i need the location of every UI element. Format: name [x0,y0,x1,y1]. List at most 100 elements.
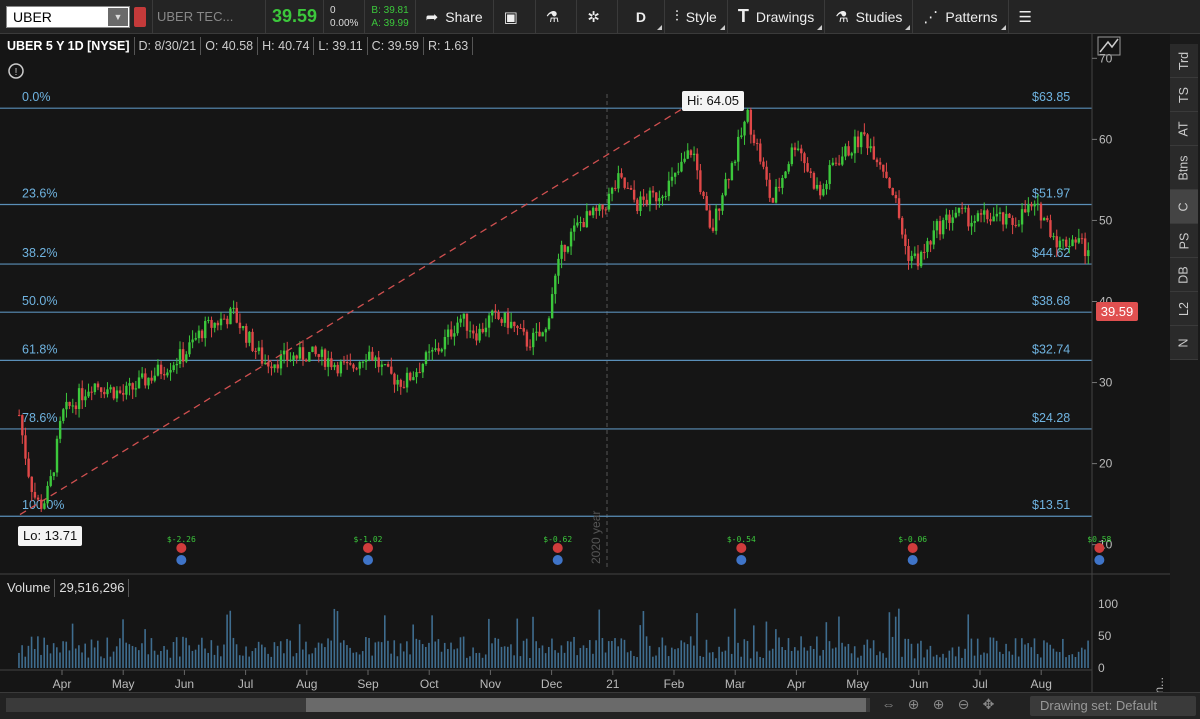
volume-bar [320,643,323,668]
volume-bar [904,638,906,668]
side-tab-at[interactable]: AT [1170,112,1198,146]
candle-body [339,361,343,374]
volume-bar [84,643,86,668]
candle-body [800,148,803,154]
volume-bar [298,624,301,668]
candle-body [427,351,431,353]
studies-label: Studies [855,8,903,25]
volume-bar [169,657,172,668]
volume-bar [680,640,683,668]
period-button[interactable]: D [618,0,664,34]
volume-bar [708,652,711,668]
volume-bar [642,611,645,668]
side-tab-btns[interactable]: Btns [1170,146,1198,190]
volume-bar [954,656,957,668]
earnings-red-icon [1094,543,1105,553]
candle-body [664,196,667,198]
horizontal-scrollbar[interactable] [6,698,870,712]
side-tab-n[interactable]: N [1170,326,1198,360]
candle-body [1033,203,1036,207]
volume-bar [882,653,884,668]
time-tick-label: May [112,677,135,691]
candle-body [853,136,857,154]
side-tab-db[interactable]: DB [1170,258,1198,292]
volume-bar [809,645,812,668]
snapshot-button[interactable]: ▣ [494,0,535,34]
candle-body [257,347,261,352]
link-icon[interactable] [134,6,146,27]
time-tick-label: Apr [53,677,72,691]
candle-body [52,472,56,477]
candle-body [743,121,746,136]
price-chart[interactable]: 0.0% $63.8523.6% $51.9738.2% $44.6250.0% $38… [0,34,1170,692]
volume-bar [822,649,824,668]
zoom-out-icon[interactable]: ⊖ [951,696,976,713]
candle-body [661,196,664,199]
volume-bar [431,615,433,668]
candle-body [639,196,642,212]
candle-body [585,211,589,228]
volume-bar [484,654,487,668]
zoom-in-icon[interactable]: ⊕ [926,696,951,713]
studies-button[interactable]: ⚗ Studies [825,0,912,34]
style-button[interactable]: ⫶ Style [665,0,727,34]
candle-body [516,326,519,328]
menu-button[interactable]: ☰ [1009,0,1049,34]
candle-body [1020,209,1024,225]
pan-icon[interactable]: ✥ [976,696,1001,713]
candle-body [156,364,160,376]
drawing-set-select[interactable]: Drawing set: Default [1030,696,1196,716]
expand-icon[interactable]: ⇔ [876,696,901,713]
candle-body [819,184,822,196]
candle-body [292,355,295,360]
volume-bar [355,652,358,668]
candle-body [617,173,620,189]
flask-button[interactable]: ⚗ [536,0,576,34]
settings-button[interactable]: ✲ [577,0,617,34]
candle-body [623,177,626,188]
volume-bar [210,640,213,668]
candle-body [409,372,412,381]
share-button[interactable]: ➦ Share [416,0,493,34]
scrollbar-thumb[interactable] [306,698,866,712]
volume-bar [106,637,109,668]
time-tick-label: Jul [972,677,987,691]
candle-body [749,109,753,135]
chevron-down-icon[interactable]: ▼ [108,7,128,26]
patterns-button[interactable]: ⋰ Patterns [913,0,1007,34]
candle-body [84,396,87,401]
volume-bar [1049,644,1052,668]
earnings-value: $-2.26 [167,535,196,544]
candle-body [368,351,371,360]
candle-body [573,225,576,232]
candle-body [834,162,838,164]
fib-level-price: $32.74 [1032,342,1070,356]
candle-body [885,171,888,179]
volume-bar [793,647,796,668]
volume-tick-label: 100 [1098,597,1118,611]
crosshair-icon[interactable]: ⊕ [901,696,926,713]
side-tab-trd[interactable]: Trd [1170,44,1198,78]
volume-bar [147,654,150,668]
candle-body [475,333,478,341]
volume-bar [847,643,850,668]
volume-bar [806,650,809,668]
volume-bar [598,609,601,668]
candle-body [642,196,645,200]
drawings-button[interactable]: T Drawings [728,0,824,34]
volume-bar [932,656,935,668]
symbol-input[interactable]: UBER ▼ [6,5,130,28]
side-tabs: Trd TS AT Btns C PS DB L2 N [1170,44,1198,360]
candle-body [803,153,806,164]
volume-bar [1087,640,1089,668]
fib-level-percent: 78.6% [22,411,57,425]
side-tab-c[interactable]: C [1170,190,1198,224]
price-tick-label: 30 [1099,376,1113,390]
volume-bar [1024,644,1026,668]
side-tab-l2[interactable]: L2 [1170,292,1198,326]
candle-body [172,365,175,371]
candle-body [295,355,298,359]
side-tab-ts[interactable]: TS [1170,78,1198,112]
side-tab-ps[interactable]: PS [1170,224,1198,258]
volume-bar [989,637,992,668]
